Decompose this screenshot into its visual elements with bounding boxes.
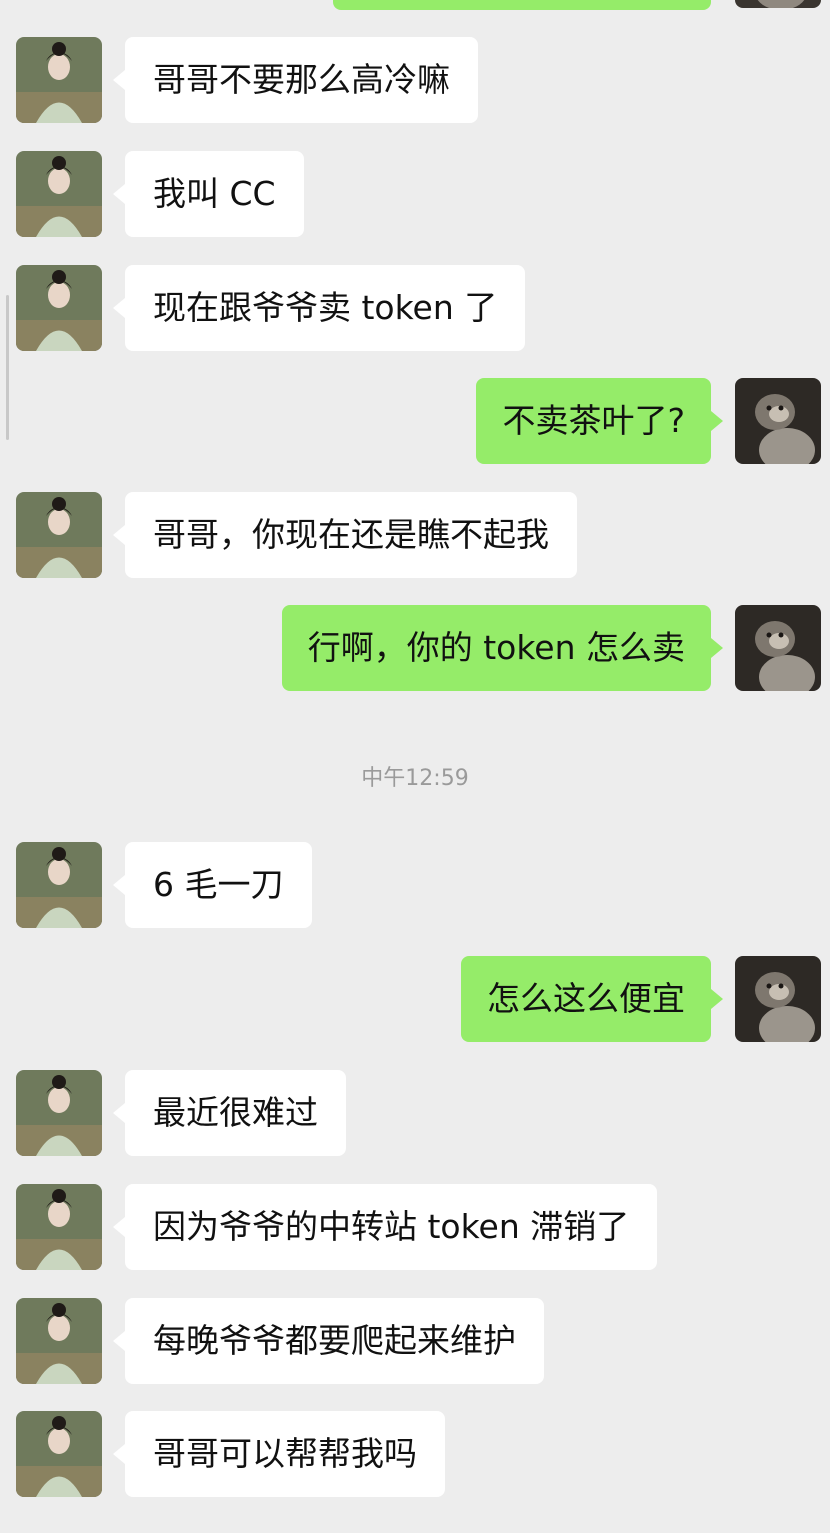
self-avatar-icon[interactable] (735, 378, 821, 464)
self-avatar-icon[interactable] (735, 956, 821, 1042)
contact-avatar-icon[interactable] (16, 265, 102, 351)
self-avatar-icon[interactable] (735, 0, 821, 8)
incoming-message-bubble[interactable]: 6 毛一刀 (113, 842, 312, 928)
outgoing-message-bubble[interactable]: 不卖茶叶了? (476, 378, 723, 464)
contact-avatar-icon[interactable] (16, 492, 102, 578)
scroll-indicator[interactable] (6, 295, 9, 440)
previous-outgoing-bubble[interactable] (333, 0, 711, 10)
contact-avatar-icon[interactable] (16, 151, 102, 237)
contact-avatar-icon[interactable] (16, 1298, 102, 1384)
outgoing-message-bubble[interactable]: 怎么这么便宜 (461, 956, 723, 1042)
contact-avatar-icon[interactable] (16, 1070, 102, 1156)
outgoing-message-bubble[interactable]: 行啊，你的 token 怎么卖 (281, 605, 724, 691)
contact-avatar-icon[interactable] (16, 1411, 102, 1497)
contact-avatar-icon[interactable] (16, 1184, 102, 1270)
incoming-message-bubble[interactable]: 最近很难过 (113, 1070, 346, 1156)
incoming-message-bubble[interactable]: 哥哥，你现在还是瞧不起我 (113, 492, 577, 578)
chat-timestamp: 中午12:59 (361, 766, 469, 791)
self-avatar-icon[interactable] (735, 605, 821, 691)
incoming-message-bubble[interactable]: 我叫 CC (113, 151, 304, 237)
incoming-message-bubble[interactable]: 现在跟爷爷卖 token 了 (112, 265, 526, 351)
chat-message-list[interactable]: 哥哥不要那么高冷嘛 我叫 CC 现在跟爷爷卖 token 了 不卖茶叶了? 哥哥… (0, 0, 830, 1533)
contact-avatar-icon[interactable] (16, 842, 102, 928)
incoming-message-bubble[interactable]: 哥哥不要那么高冷嘛 (113, 37, 478, 123)
contact-avatar-icon[interactable] (16, 37, 102, 123)
incoming-message-bubble[interactable]: 每晚爷爷都要爬起来维护 (113, 1298, 544, 1384)
incoming-message-bubble[interactable]: 哥哥可以帮帮我吗 (113, 1411, 445, 1497)
incoming-message-bubble[interactable]: 因为爷爷的中转站 token 滞销了 (112, 1184, 658, 1270)
